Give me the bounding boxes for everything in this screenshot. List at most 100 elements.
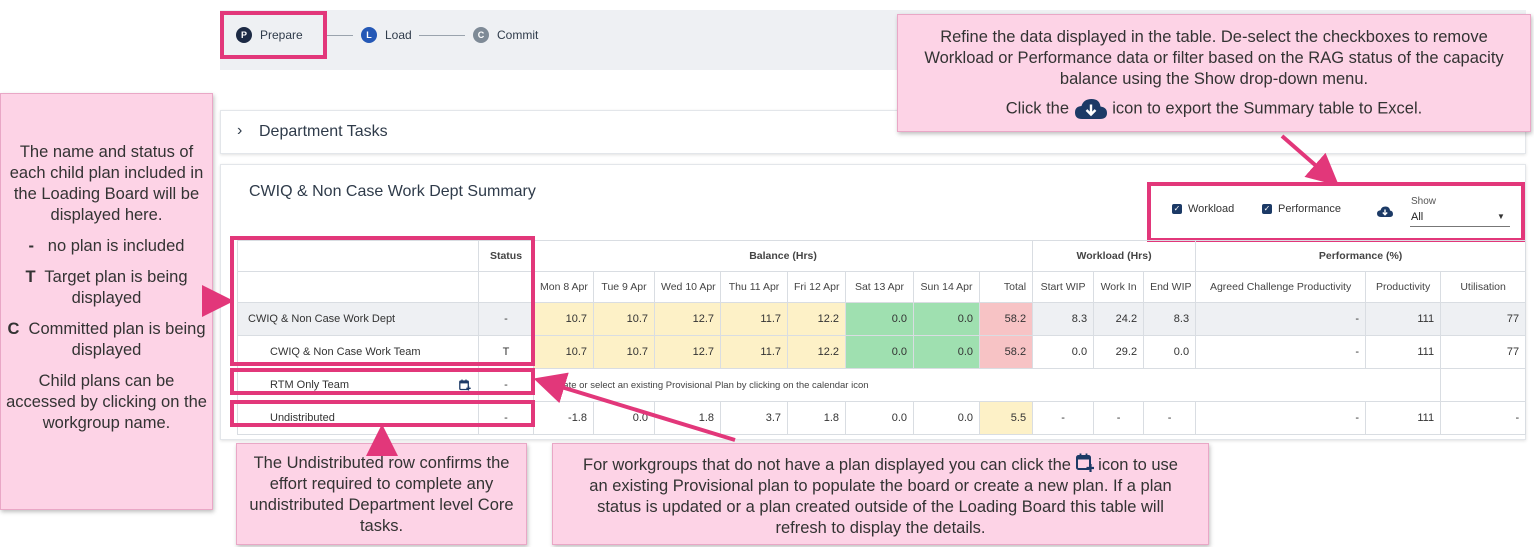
step-connector — [327, 35, 353, 36]
cell: 0.0 — [845, 401, 914, 435]
cell: - — [1143, 401, 1197, 435]
cell: 58.2 — [978, 335, 1034, 369]
workload-header: Workload (Hrs) — [1032, 240, 1197, 272]
cell: - — [1195, 302, 1367, 336]
step-commit-badge: C — [473, 27, 489, 43]
cell: 10.7 — [593, 302, 655, 336]
cell: 12.7 — [654, 302, 721, 336]
top-right-callout: Refine the data displayed in the table. … — [897, 14, 1531, 132]
col-header: Mon 8 Apr — [533, 271, 594, 303]
cell: 3.7 — [720, 401, 788, 435]
col-header: Wed 10 Apr — [654, 271, 721, 303]
no-plan-message: Create or select an existing Provisional… — [532, 368, 1442, 402]
col-header: Agreed Challenge Productivity — [1195, 271, 1367, 303]
cell: - — [1195, 401, 1367, 435]
export-line-pre: Click the — [1005, 99, 1070, 118]
left-callout-intro: The name and status of each child plan i… — [9, 143, 204, 224]
cell: 5.5 — [978, 401, 1034, 435]
col-header: Tue 9 Apr — [593, 271, 655, 303]
cell: 111 — [1365, 401, 1442, 435]
cell: 0.0 — [913, 302, 980, 336]
left-callout-outro: Child plans can be accessed by clicking … — [6, 372, 207, 432]
cell: 12.2 — [787, 302, 846, 336]
cell: 11.7 — [720, 335, 788, 369]
legend-committed: C Committed plan is being displayed — [5, 319, 208, 361]
rtm-row-highlight — [230, 368, 535, 395]
department-tasks-label: Department Tasks — [259, 123, 388, 140]
cell: 8.3 — [1143, 302, 1197, 336]
legend-target: T Target plan is being displayed — [5, 267, 208, 309]
legend-target-text: Target plan is being displayed — [44, 268, 188, 307]
cell: 1.8 — [654, 401, 721, 435]
performance-header: Performance (%) — [1195, 240, 1527, 272]
bottom-right-callout-text-pre: For workgroups that do not have a plan d… — [583, 456, 1071, 474]
col-header: Sat 13 Apr — [845, 271, 914, 303]
cell: 0.0 — [1032, 335, 1095, 369]
export-line-post: icon to export the Summary table to Exce… — [1112, 99, 1423, 118]
legend-dash-key: - — [28, 237, 35, 255]
cell — [1440, 368, 1527, 402]
balance-header: Balance (Hrs) — [532, 240, 1034, 272]
cell: 0.0 — [913, 335, 980, 369]
legend-dash-text: no plan is included — [47, 237, 185, 255]
step-commit[interactable]: C Commit — [473, 27, 538, 43]
legend-committed-text: Committed plan is being displayed — [28, 320, 206, 359]
step-load[interactable]: L Load — [361, 27, 412, 43]
col-header: Sun 14 Apr — [913, 271, 980, 303]
col-header: Thu 11 Apr — [720, 271, 788, 303]
cell: 29.2 — [1093, 335, 1145, 369]
col-header: Total — [978, 271, 1034, 303]
legend-target-key: T — [25, 268, 36, 286]
cell: 0.0 — [1143, 335, 1197, 369]
cell: -1.8 — [533, 401, 594, 435]
col-header: Utilisation — [1440, 271, 1527, 303]
legend-committed-key: C — [7, 320, 20, 338]
col-header: Work In — [1093, 271, 1145, 303]
cell: 12.2 — [787, 335, 846, 369]
cell: 111 — [1365, 335, 1442, 369]
left-callout: The name and status of each child plan i… — [0, 93, 213, 510]
cell: - — [1032, 401, 1095, 435]
calendar-add-icon — [1075, 453, 1094, 472]
col-header: Start WIP — [1032, 271, 1095, 303]
step-commit-label: Commit — [497, 28, 539, 42]
cell: 77 — [1440, 335, 1527, 369]
bottom-left-callout: The Undistributed row confirms the effor… — [236, 443, 527, 545]
cell: 0.0 — [845, 302, 914, 336]
cell: 8.3 — [1032, 302, 1095, 336]
col-header: End WIP — [1143, 271, 1197, 303]
col-header: Productivity — [1365, 271, 1442, 303]
bottom-left-callout-text: The Undistributed row confirms the effor… — [249, 454, 514, 535]
cell: - — [1093, 401, 1145, 435]
cell: 11.7 — [720, 302, 788, 336]
top-right-callout-export-line: Click the icon to export the Summary tab… — [918, 98, 1510, 120]
step-connector — [419, 35, 465, 36]
cell: - — [1440, 401, 1527, 435]
step-load-label: Load — [385, 28, 412, 42]
cell: 0.0 — [593, 401, 655, 435]
prepare-highlight — [220, 11, 327, 59]
filters-highlight — [1147, 182, 1525, 242]
col-header: Fri 12 Apr — [787, 271, 846, 303]
top-right-callout-text: Refine the data displayed in the table. … — [924, 28, 1504, 88]
summary-title: CWIQ & Non Case Work Dept Summary — [249, 183, 536, 200]
cell: - — [1195, 335, 1367, 369]
chevron-right-icon: › — [237, 122, 243, 139]
cell: 0.0 — [845, 335, 914, 369]
cell: 12.7 — [654, 335, 721, 369]
cloud-download-icon — [1074, 99, 1107, 119]
cell: 10.7 — [533, 335, 594, 369]
cell: 58.2 — [978, 302, 1034, 336]
cell: 10.7 — [533, 302, 594, 336]
legend-dash: - no plan is included — [5, 236, 208, 257]
cell: 10.7 — [593, 335, 655, 369]
cell: 111 — [1365, 302, 1442, 336]
child-plans-highlight — [230, 236, 535, 366]
cell: 0.0 — [913, 401, 980, 435]
bottom-right-callout: For workgroups that do not have a plan d… — [552, 443, 1209, 545]
step-load-badge: L — [361, 27, 377, 43]
cell: 24.2 — [1093, 302, 1145, 336]
undistributed-row-highlight — [230, 400, 535, 427]
cell: 1.8 — [787, 401, 846, 435]
cell: 77 — [1440, 302, 1527, 336]
